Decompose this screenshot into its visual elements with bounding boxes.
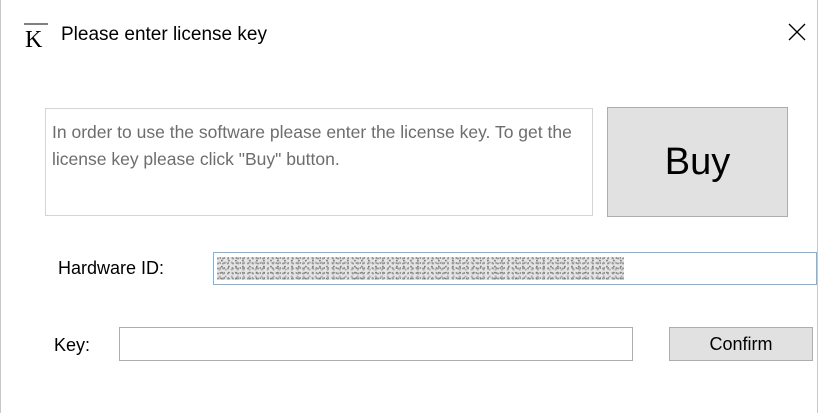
title-bar: K Please enter license key xyxy=(1,0,817,70)
close-button[interactable] xyxy=(777,14,817,54)
buy-button[interactable]: Buy xyxy=(607,107,788,217)
k-logo-icon: K xyxy=(23,20,49,53)
hardware-id-redacted-value xyxy=(217,257,624,280)
close-icon xyxy=(788,23,806,46)
window-title: Please enter license key xyxy=(61,24,267,45)
license-dialog: K Please enter license key In order to u… xyxy=(0,0,818,413)
svg-text:K: K xyxy=(25,27,43,50)
key-label: Key: xyxy=(54,335,91,355)
hardware-id-field[interactable] xyxy=(213,252,817,285)
info-message: In order to use the software please ente… xyxy=(45,108,593,216)
confirm-button[interactable]: Confirm xyxy=(669,327,813,361)
hardware-id-label: Hardware ID: xyxy=(58,258,165,278)
key-input[interactable] xyxy=(119,327,633,361)
